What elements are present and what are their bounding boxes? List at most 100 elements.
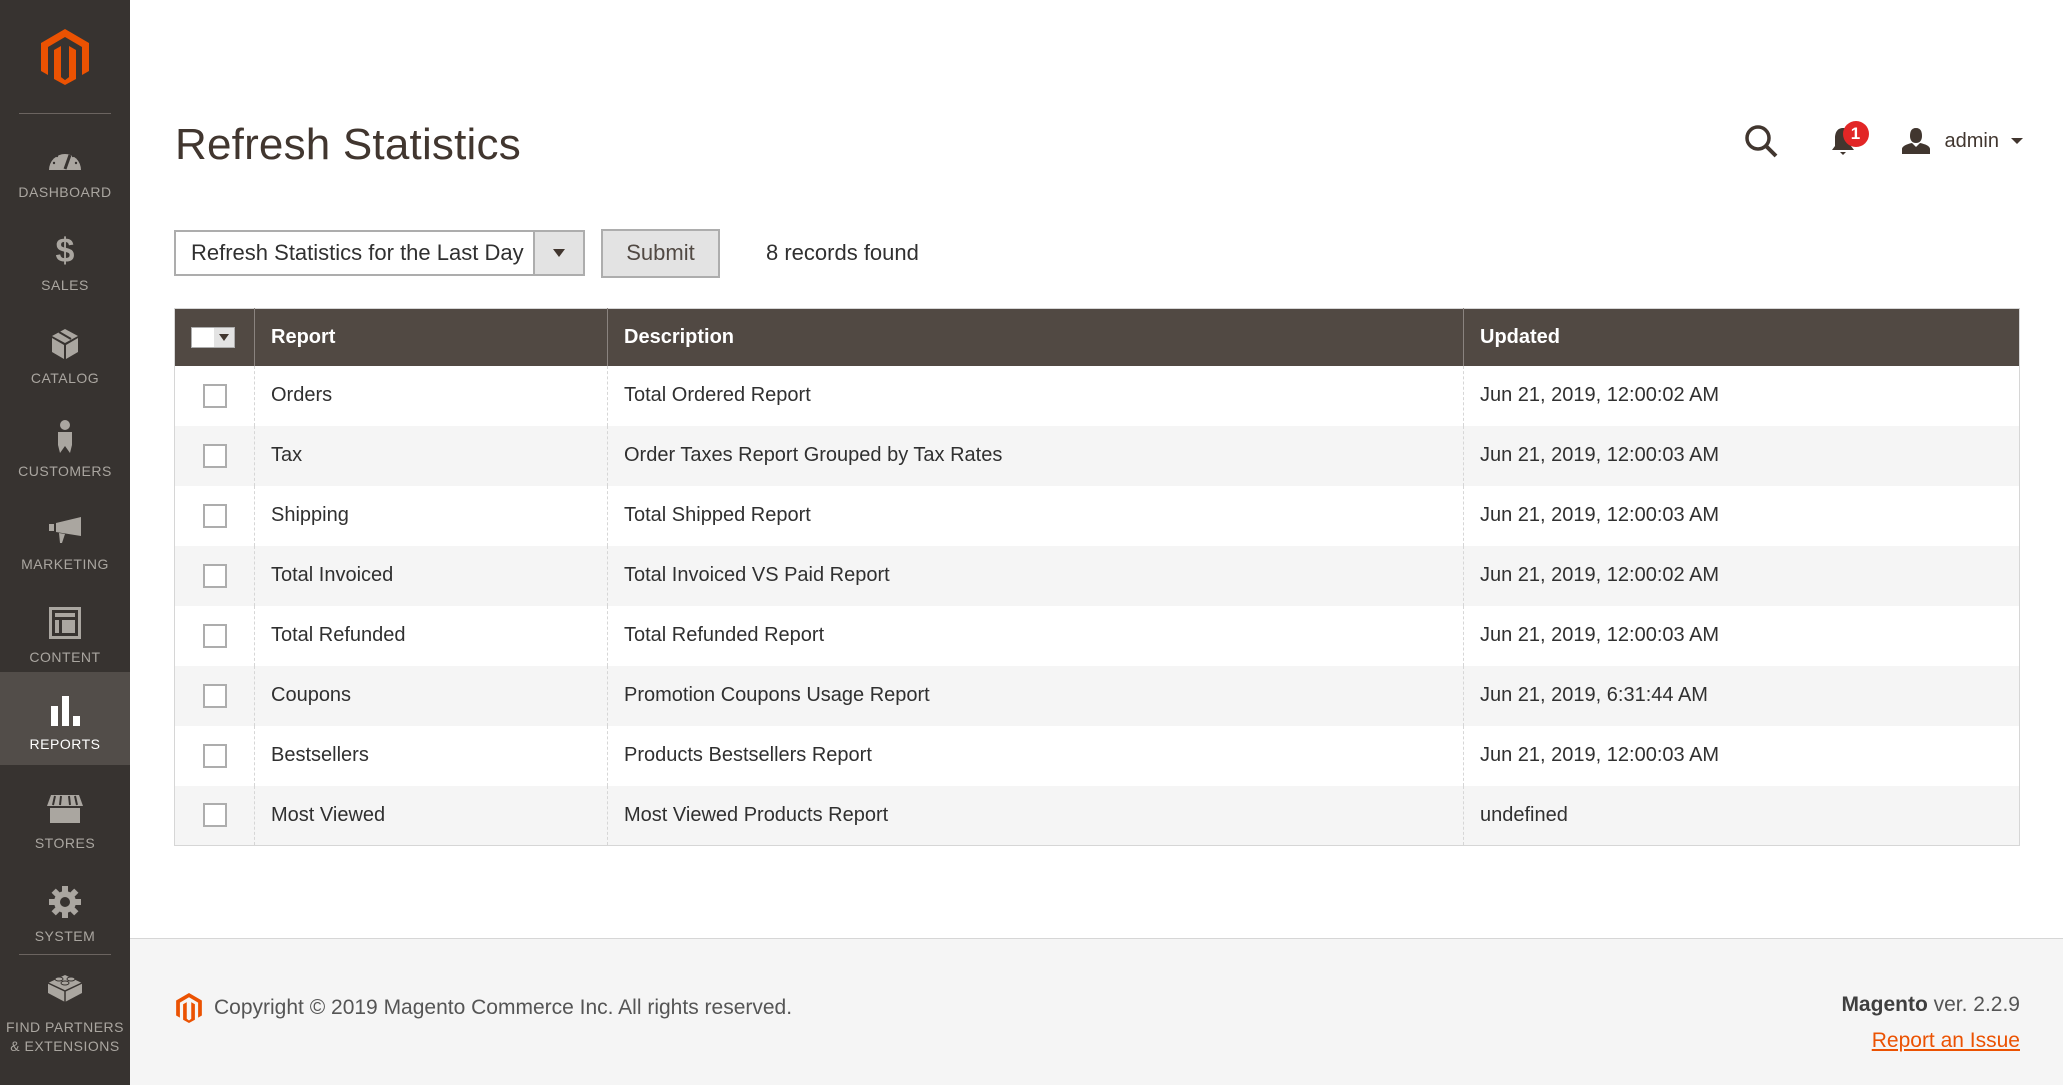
row-checkbox[interactable] [202,623,227,648]
sidebar-item-system[interactable]: SYSTEM [0,864,130,957]
dashboard-gauge-icon [45,140,85,176]
magento-logo[interactable] [37,27,93,87]
sidebar-item-label: STORES [34,835,96,851]
report-cell: Bestsellers [254,725,608,786]
report-cell: Total Invoiced [254,545,608,606]
sidebar-item-label: DASHBOARD [18,184,112,200]
row-select-cell [175,726,255,786]
sidebar-item-customers[interactable]: CUSTOMERS [0,399,130,492]
table-row: Bestsellers Products Bestsellers Report … [175,725,2020,786]
updated-cell: Jun 21, 2019, 12:00:03 AM [1463,485,2020,546]
updated-cell: Jun 21, 2019, 12:00:03 AM [1463,425,2020,486]
description-cell: Order Taxes Report Grouped by Tax Rates [607,425,1464,486]
page-footer: Copyright © 2019 Magento Commerce Inc. A… [130,938,2063,1085]
row-select-cell [174,425,255,486]
magento-logo-icon [41,29,89,85]
row-checkbox[interactable] [202,683,227,708]
search-icon [1744,125,1777,158]
column-header-updated[interactable]: Updated [1463,308,2020,366]
table-row: Shipping Total Shipped Report Jun 21, 20… [175,485,2020,546]
row-checkbox[interactable] [202,563,227,588]
storefront-icon [45,791,85,827]
description-cell: Most Viewed Products Report [607,785,1464,846]
description-cell: Total Shipped Report [607,485,1464,546]
records-found-count: 8 records found [766,240,919,265]
row-select-cell [175,606,255,666]
sidebar-item-label: SYSTEM [34,928,96,944]
sidebar-item-label: REPORTS [29,736,101,752]
admin-user-menu[interactable]: admin [1901,127,2023,155]
sidebar-item-stores[interactable]: STORES [0,771,130,864]
updated-cell: Jun 21, 2019, 12:00:02 AM [1463,365,2020,426]
report-cell: Total Refunded [254,605,608,666]
updated-cell: Jun 21, 2019, 12:00:02 AM [1463,545,2020,606]
submit-button[interactable]: Submit [601,228,720,278]
row-select-cell [175,486,255,546]
description-cell: Total Ordered Report [607,365,1464,426]
user-icon [1901,128,1930,154]
mass-select-dropdown[interactable] [191,326,235,348]
row-select-cell [174,665,255,726]
copyright-text: Copyright © 2019 Magento Commerce Inc. A… [214,996,793,1019]
row-checkbox[interactable] [202,383,227,408]
description-cell: Total Refunded Report [607,605,1464,666]
mass-select-header [174,308,255,366]
sidebar-item-label: MARKETING [21,556,109,572]
refresh-action-selected-value: Refresh Statistics for the Last Day [191,240,524,265]
gear-icon [45,884,85,920]
version-text: ver. 2.2.9 [1927,993,2020,1016]
admin-username: admin [1944,129,1999,152]
report-cell: Coupons [254,665,608,726]
column-header-description[interactable]: Description [607,308,1464,366]
sidebar-item-reports[interactable]: REPORTS [0,672,130,765]
table-row: Most Viewed Most Viewed Products Report … [174,785,2020,846]
magento-logo-icon [176,993,202,1023]
sidebar-item-find-partners[interactable]: FIND PARTNERS & EXTENSIONS [0,958,130,1058]
bar-chart-icon [45,692,85,728]
mass-select-toggle[interactable] [214,327,234,347]
row-select-cell [175,366,255,426]
sidebar-item-marketing[interactable]: MARKETING [0,492,130,585]
sidebar-item-content[interactable]: CONTENT [0,585,130,678]
description-cell: Products Bestsellers Report [607,725,1464,786]
admin-sidebar: DASHBOARD $ SALES CATALOG CUSTOMERS MARK… [0,0,130,1085]
sidebar-divider [19,954,111,955]
grid-header-row: Report Description Updated [174,308,2020,366]
report-cell: Tax [254,425,608,486]
row-checkbox[interactable] [202,803,227,828]
row-checkbox[interactable] [202,743,227,768]
report-cell: Most Viewed [254,785,608,846]
updated-cell: Jun 21, 2019, 12:00:03 AM [1463,605,2020,666]
layout-icon [45,605,85,641]
global-search-button[interactable] [1741,121,1781,161]
sidebar-item-catalog[interactable]: CATALOG [0,306,130,399]
mass-select-checkbox[interactable] [192,327,214,347]
chevron-down-icon [219,333,229,341]
description-cell: Total Invoiced VS Paid Report [607,545,1464,606]
table-row: Total Refunded Total Refunded Report Jun… [175,605,2020,666]
megaphone-icon [45,512,85,548]
magento-version: Magento ver. 2.2.9 [1841,993,2020,1017]
sidebar-item-dashboard[interactable]: DASHBOARD [0,120,130,213]
chevron-down-icon [553,249,565,257]
table-row: Tax Order Taxes Report Grouped by Tax Ra… [174,425,2020,486]
select-arrow [533,232,583,274]
footer-copyright: Copyright © 2019 Magento Commerce Inc. A… [174,991,792,1025]
sidebar-item-sales[interactable]: $ SALES [0,213,130,306]
report-issue-link[interactable]: Report an Issue [1872,1029,2020,1053]
row-select-cell [174,545,255,606]
row-checkbox[interactable] [202,443,227,468]
dollar-icon: $ [55,231,75,270]
updated-cell: undefined [1463,785,2020,846]
updated-cell: Jun 21, 2019, 6:31:44 AM [1463,665,2020,726]
header-actions: 1 admin [1741,118,2023,164]
sidebar-item-label: CUSTOMERS [18,463,112,479]
refresh-action-select[interactable]: Refresh Statistics for the Last Day [174,230,585,276]
sidebar-divider [19,113,111,114]
notifications-button[interactable]: 1 [1825,121,1869,161]
row-checkbox[interactable] [202,503,227,528]
statistics-grid: Report Description Updated Orders Total … [174,308,2020,846]
box-icon [45,326,85,362]
sidebar-item-label: CONTENT [29,649,101,665]
column-header-report[interactable]: Report [254,308,608,366]
